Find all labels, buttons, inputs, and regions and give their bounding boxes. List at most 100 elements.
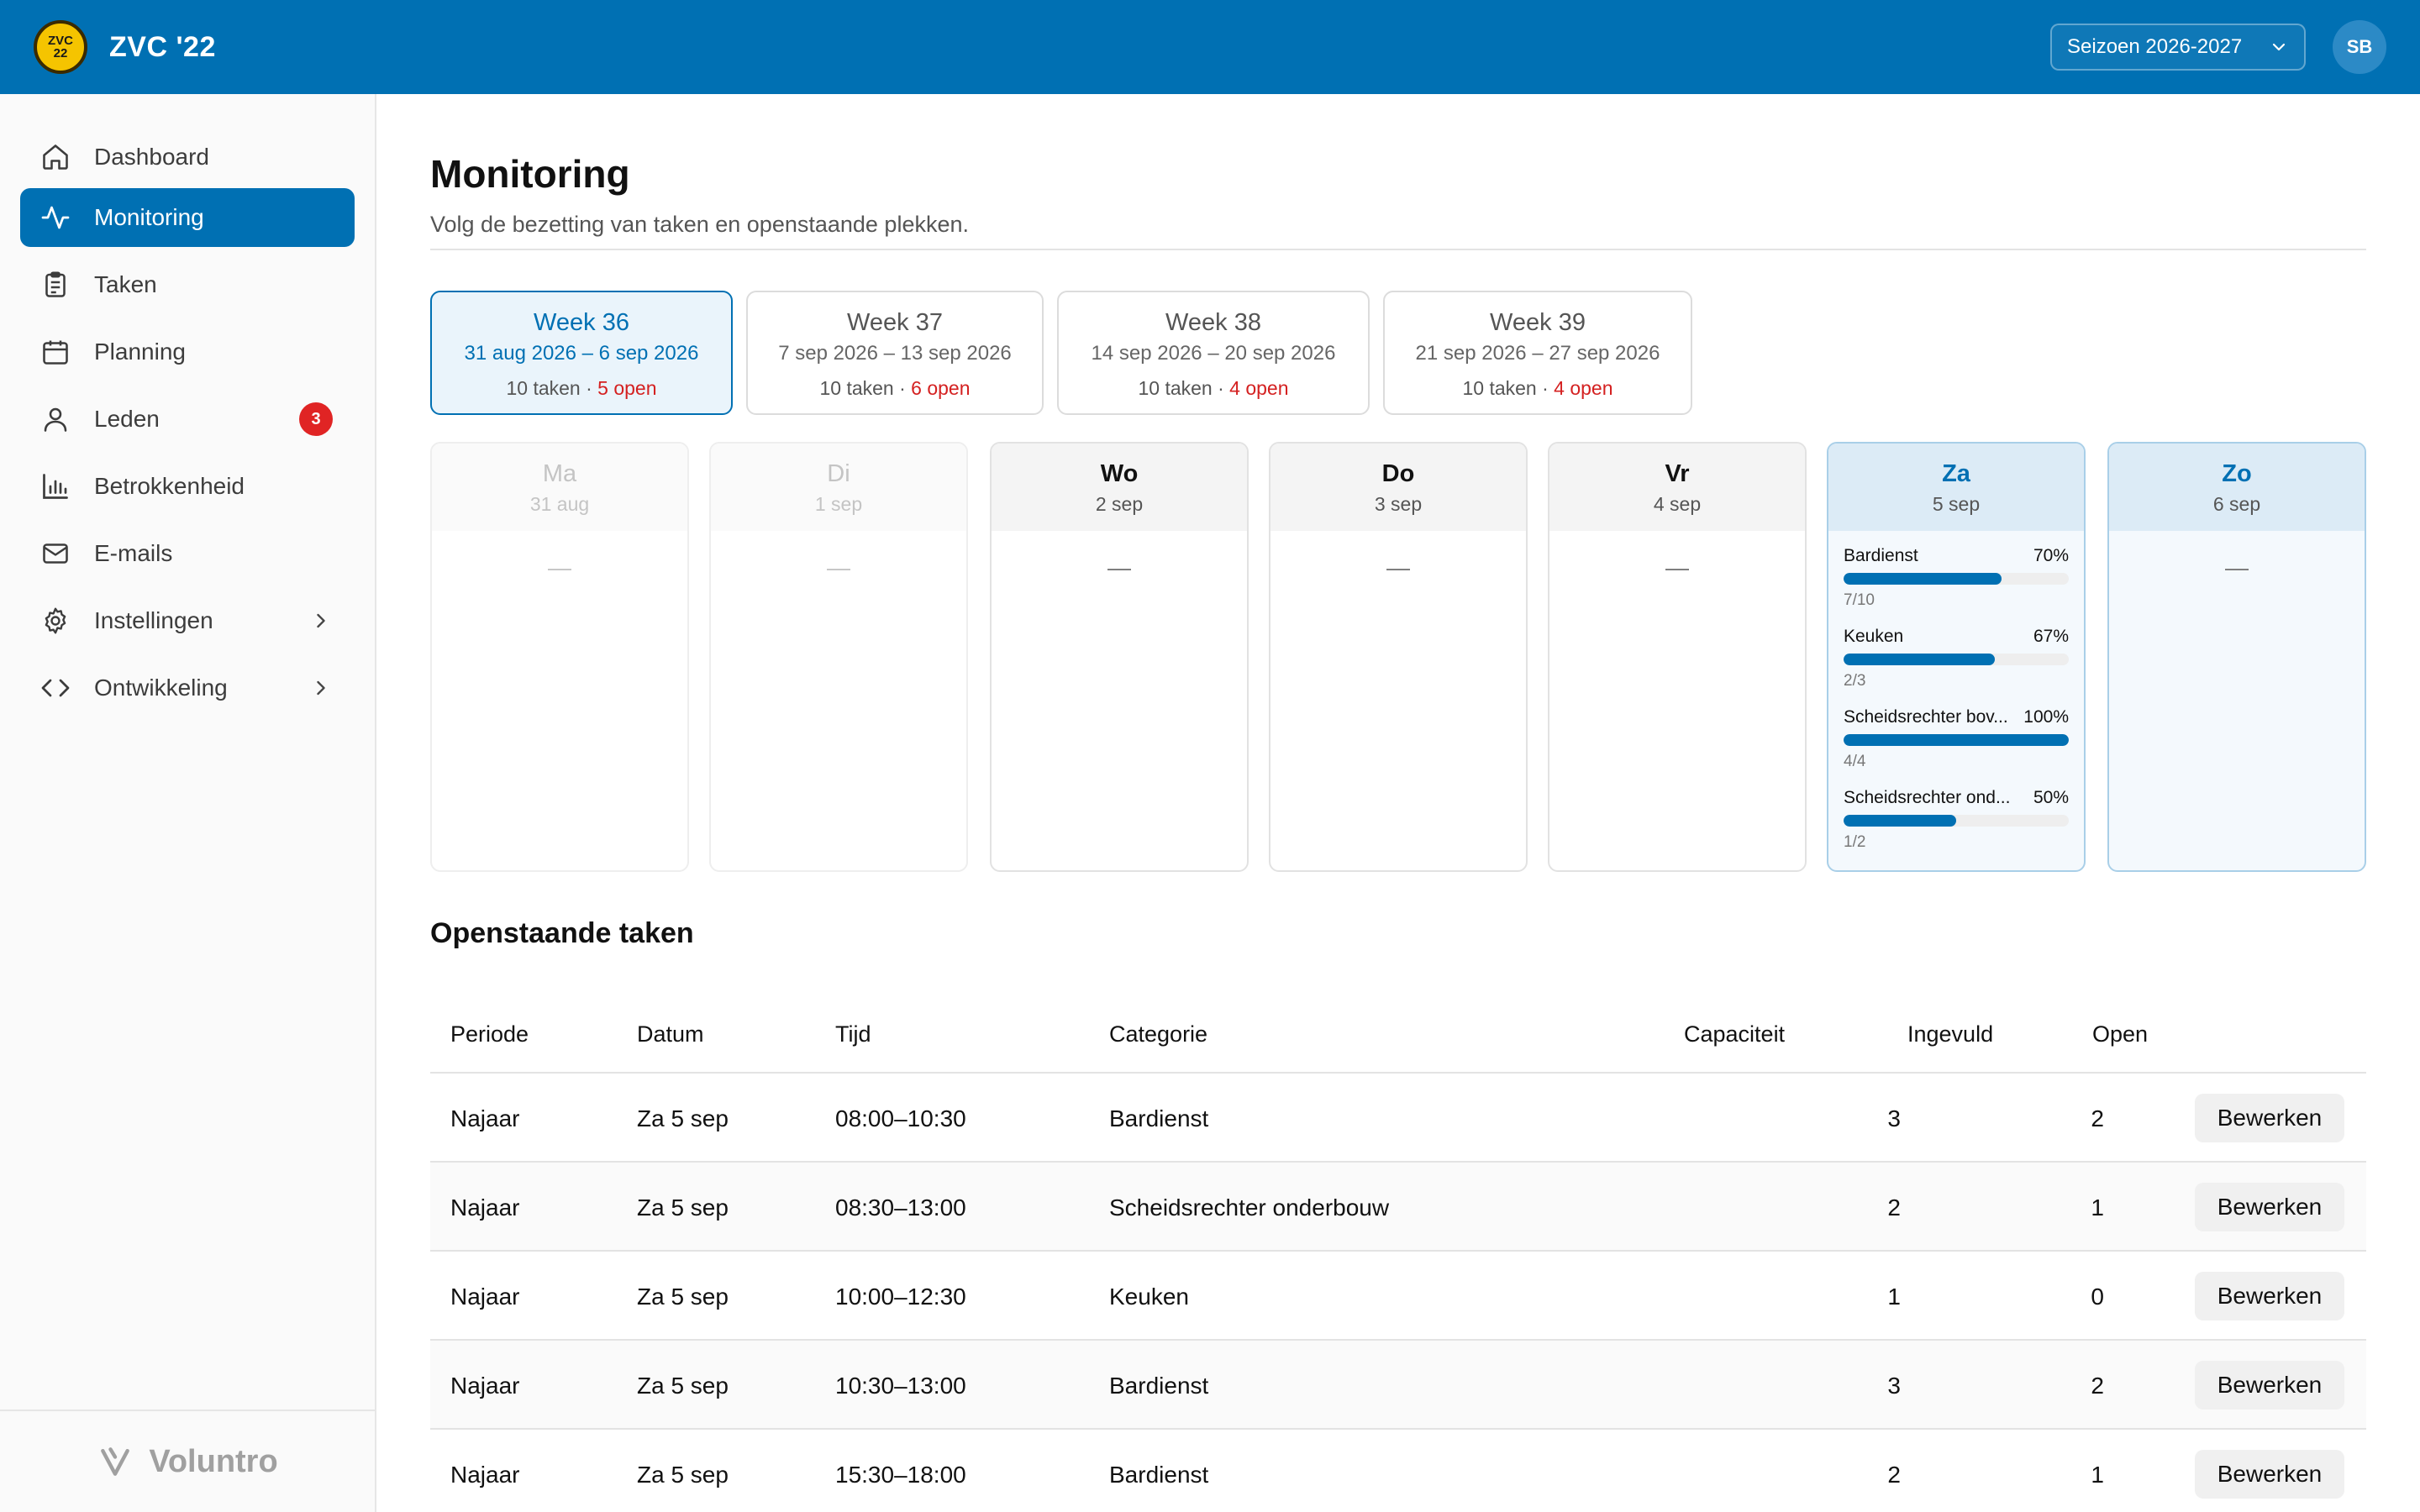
day-date: 1 sep <box>814 493 863 515</box>
cell-capacity: 1 <box>1887 1284 1901 1310</box>
day-name: Za <box>1942 460 1970 487</box>
sidebar-item-taken[interactable]: Taken <box>20 255 355 314</box>
cell-filled: 0 <box>2091 1284 2104 1310</box>
day-empty-placeholder: — <box>1386 554 1410 580</box>
sidebar-item-ontwikkeling[interactable]: Ontwikkeling <box>20 659 355 717</box>
cell-period: Najaar <box>450 1194 520 1221</box>
sidebar-item-emails[interactable]: E-mails <box>20 524 355 583</box>
bar-chart-icon <box>39 470 72 503</box>
column-header-capacity[interactable]: Capaciteit <box>1684 1021 1785 1047</box>
occupancy-item[interactable]: Scheidsrechter ond... 50% 1/2 <box>1842 773 2070 853</box>
column-header-open[interactable]: Open <box>2092 1021 2148 1047</box>
day-empty-placeholder: — <box>2225 554 2249 580</box>
day-date: 5 sep <box>1932 493 1981 515</box>
clipboard-icon <box>39 268 72 302</box>
day-date: 3 sep <box>1374 493 1423 515</box>
sidebar-item-label: Leden <box>94 406 160 432</box>
day-name: Vr <box>1665 460 1690 487</box>
season-select-value: Seizoen 2026-2027 <box>2067 35 2243 58</box>
code-icon <box>39 671 72 705</box>
day-name: Zo <box>2222 460 2252 487</box>
cell-time: 08:30–13:00 <box>835 1194 966 1221</box>
voluntro-logo-icon <box>101 1447 130 1476</box>
cell-category: Bardienst <box>1109 1373 1209 1399</box>
edit-button[interactable]: Bewerken <box>2195 1272 2344 1320</box>
occupancy-bar-fill <box>1844 573 2002 585</box>
top-bar: ZVC 22 ZVC '22 Seizoen 2026-2027 SB <box>0 0 2420 94</box>
occupancy-bar-fill <box>1844 654 1995 665</box>
home-icon <box>39 140 72 174</box>
week-card-36[interactable]: Week 36 31 aug 2026 – 6 sep 2026 10 take… <box>430 291 733 415</box>
occupancy-item[interactable]: Bardienst 70% 7/10 <box>1842 531 2070 612</box>
cell-time: 15:30–18:00 <box>835 1462 966 1488</box>
week-card-38[interactable]: Week 38 14 sep 2026 – 20 sep 2026 10 tak… <box>1057 291 1370 415</box>
occupancy-percent: 70% <box>2033 546 2069 565</box>
day-header: Vr 4 sep <box>1549 444 1805 531</box>
day-column-di: Di 1 sep — <box>709 442 968 872</box>
app-title: ZVC '22 <box>109 30 216 63</box>
sidebar-item-label: Betrokkenheid <box>94 473 245 499</box>
day-header: Ma 31 aug <box>432 444 687 531</box>
cell-period: Najaar <box>450 1284 520 1310</box>
sidebar-item-instellingen[interactable]: Instellingen <box>20 591 355 650</box>
sidebar-item-planning[interactable]: Planning <box>20 323 355 381</box>
occupancy-label: Keuken <box>1844 627 1904 646</box>
week-range: 14 sep 2026 – 20 sep 2026 <box>1091 342 1336 365</box>
season-select[interactable]: Seizoen 2026-2027 <box>2050 24 2306 71</box>
cell-filled: 2 <box>2091 1105 2104 1131</box>
cell-capacity: 3 <box>1887 1373 1901 1399</box>
edit-button[interactable]: Bewerken <box>2195 1094 2344 1142</box>
table-row: Najaar Za 5 sep 10:30–13:00 Bardienst 3 … <box>430 1341 2366 1430</box>
week-meta: 10 taken · 5 open <box>432 377 731 400</box>
week-open-count: 5 open <box>597 377 657 399</box>
table-row: Najaar Za 5 sep 15:30–18:00 Bardienst 2 … <box>430 1430 2366 1512</box>
occupancy-bar <box>1844 815 2069 827</box>
edit-button[interactable]: Bewerken <box>2195 1183 2344 1231</box>
week-card-39[interactable]: Week 39 21 sep 2026 – 27 sep 2026 10 tak… <box>1383 291 1692 415</box>
cell-date: Za 5 sep <box>637 1284 729 1310</box>
occupancy-bar-fill <box>1844 815 1956 827</box>
cell-filled: 1 <box>2091 1462 2104 1488</box>
page-subtitle: Volg de bezetting van taken en openstaan… <box>430 212 969 237</box>
day-header: Zo 6 sep <box>2109 444 2365 531</box>
day-date: 31 aug <box>529 493 590 515</box>
column-header-date[interactable]: Datum <box>637 1021 704 1047</box>
column-header-period[interactable]: Periode <box>450 1021 529 1047</box>
occupancy-item[interactable]: Keuken 67% 2/3 <box>1842 612 2070 692</box>
day-column-do: Do 3 sep — <box>1269 442 1528 872</box>
cell-period: Najaar <box>450 1462 520 1488</box>
week-task-count: 10 taken <box>819 377 894 399</box>
week-open-count: 6 open <box>911 377 971 399</box>
sidebar-item-label: E-mails <box>94 540 173 566</box>
user-avatar[interactable]: SB <box>2333 20 2386 74</box>
sidebar-item-betrokkenheid[interactable]: Betrokkenheid <box>20 457 355 516</box>
week-card-37[interactable]: Week 37 7 sep 2026 – 13 sep 2026 10 take… <box>746 291 1044 415</box>
open-tasks-title: Openstaande taken <box>430 917 694 949</box>
club-logo[interactable]: ZVC 22 <box>34 20 87 74</box>
column-header-time[interactable]: Tijd <box>835 1021 871 1047</box>
sidebar-item-dashboard[interactable]: Dashboard <box>20 128 355 186</box>
day-name: Wo <box>1100 460 1139 487</box>
chevron-right-icon <box>317 680 325 696</box>
cell-category: Keuken <box>1109 1284 1189 1310</box>
day-header: Za 5 sep <box>1828 444 2084 531</box>
occupancy-item[interactable]: Scheidsrechter bov... 100% 4/4 <box>1842 692 2070 773</box>
day-date: 4 sep <box>1653 493 1702 515</box>
day-date: 6 sep <box>2212 493 2261 515</box>
cell-date: Za 5 sep <box>637 1373 729 1399</box>
meta-separator: · <box>1212 377 1230 399</box>
occupancy-bar <box>1844 734 2069 746</box>
edit-button[interactable]: Bewerken <box>2195 1361 2344 1410</box>
week-open-count: 4 open <box>1554 377 1613 399</box>
sidebar-item-monitoring[interactable]: Monitoring <box>20 188 355 247</box>
column-header-category[interactable]: Categorie <box>1109 1021 1207 1047</box>
cell-category: Scheidsrechter onderbouw <box>1109 1194 1390 1221</box>
week-range: 31 aug 2026 – 6 sep 2026 <box>464 342 699 365</box>
cell-capacity: 3 <box>1887 1105 1901 1131</box>
column-header-filled[interactable]: Ingevuld <box>1907 1021 1993 1047</box>
sidebar-item-leden[interactable]: Leden 3 <box>20 390 355 449</box>
edit-button[interactable]: Bewerken <box>2195 1450 2344 1499</box>
meta-separator: · <box>893 377 912 399</box>
week-task-count: 10 taken <box>506 377 581 399</box>
week-meta: 10 taken · 4 open <box>1385 377 1691 400</box>
